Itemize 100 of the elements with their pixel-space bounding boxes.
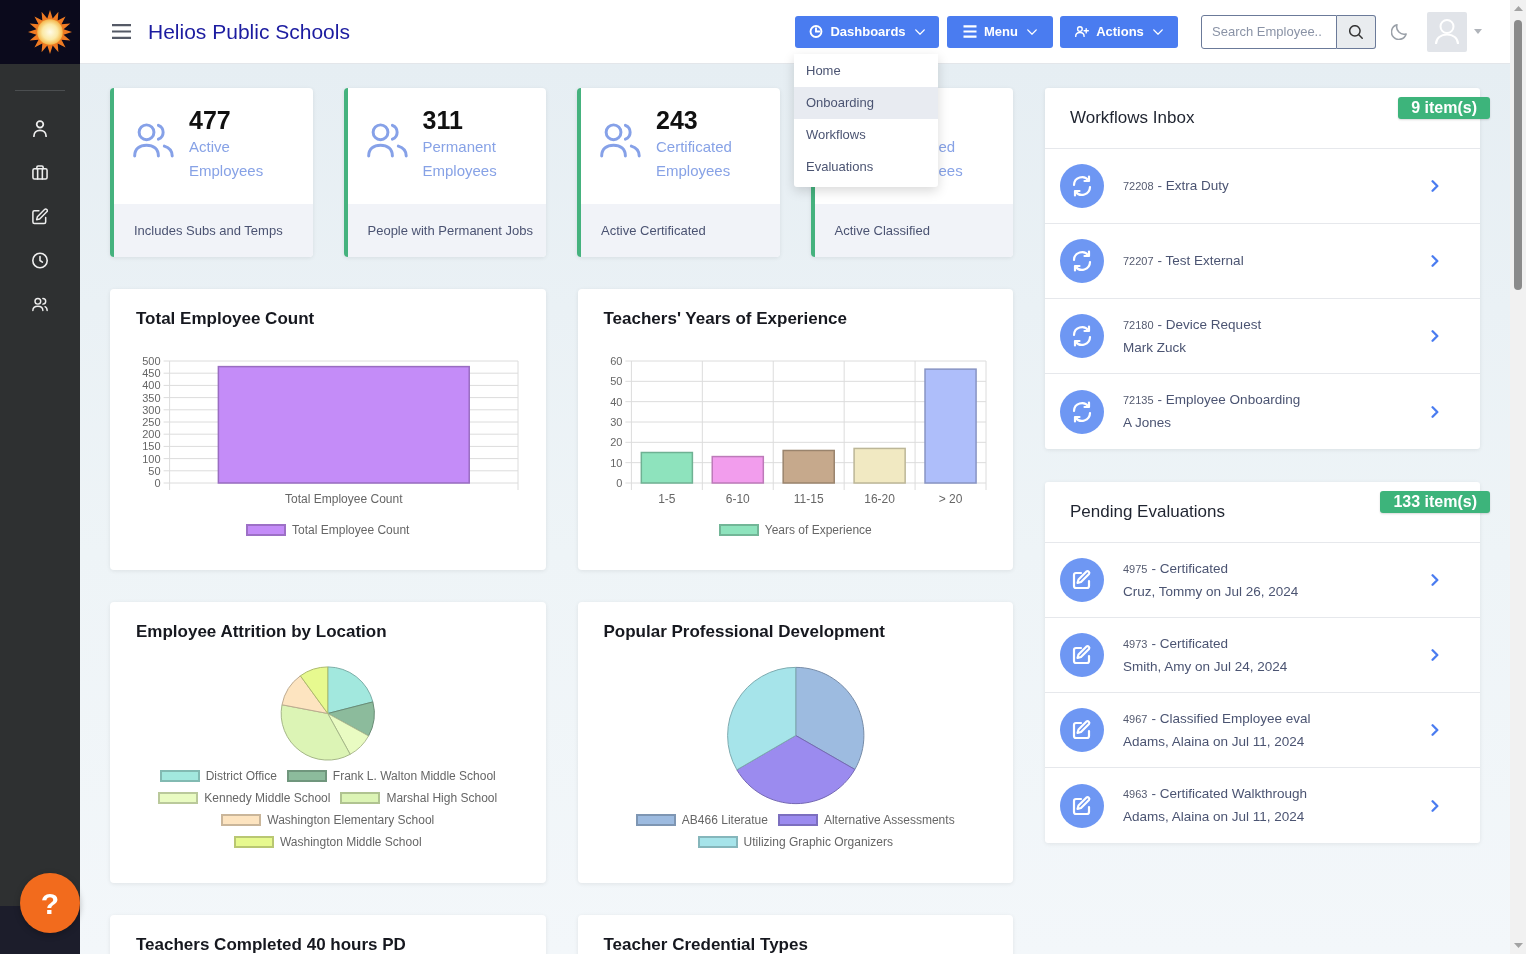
stat-caption: Active Certificated	[601, 221, 706, 240]
stat-value: 477	[189, 105, 231, 135]
briefcase-icon[interactable]	[32, 164, 48, 181]
stat-value: 243	[656, 105, 698, 135]
legend-label: AB466 Literatue	[681, 812, 768, 829]
people-icon[interactable]	[32, 296, 48, 313]
stat-label: Certificated	[656, 137, 732, 157]
people-icon	[600, 123, 641, 158]
chevron-right-icon	[1431, 724, 1439, 736]
item-number: 72207	[1123, 254, 1154, 269]
panel-title: Pending Evaluations	[1070, 501, 1225, 524]
edit-icon[interactable]	[32, 208, 48, 225]
legend-label: District Office	[205, 768, 277, 785]
scrollbar-thumb[interactable]	[1514, 20, 1522, 290]
item-subtitle: Mark Zuck	[1123, 338, 1186, 357]
chevron-right-icon	[1431, 255, 1439, 267]
item-title: - Extra Duty	[1157, 177, 1229, 195]
stat-label: Employees	[656, 161, 731, 181]
item-title: - Test External	[1157, 252, 1244, 270]
dropdown-item[interactable]: Workflows	[794, 119, 938, 151]
legend-label: Washington Elementary School	[267, 812, 435, 829]
axis-category-label: > 20	[938, 492, 962, 506]
dropdown-button[interactable]: Dashboards	[795, 15, 939, 48]
chart-title: Popular Professional Development	[602, 622, 886, 642]
stat-label: Active	[189, 137, 230, 157]
stat-caption: Active Classified	[834, 221, 930, 240]
stat-value: 311	[422, 105, 463, 135]
dropdown-button[interactable]: Menu	[947, 15, 1053, 48]
axis-tick-label: 100	[142, 452, 161, 465]
axis-tick-label: 450	[142, 367, 161, 380]
clock-icon[interactable]	[32, 252, 48, 269]
axis-tick-label: 40	[609, 395, 622, 408]
axis-category-label: 6-10	[725, 492, 750, 506]
panel-title: Workflows Inbox	[1070, 107, 1195, 130]
list-row[interactable]: 4975 - Certificated Cruz, Tommy on Jul 26, 2024	[1045, 543, 1480, 618]
edit-icon	[1060, 633, 1104, 677]
list-row[interactable]: 72207 - Test External	[1045, 224, 1480, 299]
stat-label: ees	[938, 161, 963, 181]
list-row[interactable]: 4973 - Certificated Smith, Amy on Jul 24, 2024	[1045, 618, 1480, 693]
axis-tick-label: 30	[609, 416, 622, 428]
search-icon	[1349, 24, 1363, 39]
edit-icon	[1060, 558, 1104, 602]
menu-icon[interactable]	[112, 24, 131, 39]
dropdown-item[interactable]: Home	[794, 55, 938, 87]
chart-title: Employee Attrition by Location	[135, 622, 388, 642]
item-title: - Certificated	[1151, 559, 1228, 578]
sync-icon	[1060, 164, 1104, 208]
chevron-right-icon	[1431, 649, 1439, 661]
legend-label: Frank L. Walton Middle School	[332, 768, 496, 785]
legend-label: Total Employee Count	[292, 522, 410, 539]
axis-tick-label: 50	[148, 464, 161, 477]
list-row[interactable]: 4963 - Certificated Walkthrough Adams, Alaina on Jul 11, 2024	[1045, 768, 1480, 843]
item-number: 72180	[1123, 317, 1154, 333]
app-title: Helios Public Schools	[148, 18, 350, 45]
axis-tick-label: 300	[142, 403, 161, 416]
search-field[interactable]: Search Employee..	[1201, 14, 1337, 49]
chevron-down-icon	[914, 28, 925, 35]
chart-title: Teachers Completed 40 hours PD	[135, 935, 407, 954]
item-subtitle: Smith, Amy on Jul 24, 2024	[1123, 657, 1288, 676]
chevron-down-icon	[1026, 28, 1037, 35]
chevron-right-icon	[1431, 799, 1439, 812]
list-row[interactable]: 72180 - Device Request Mark Zuck	[1045, 299, 1480, 374]
person-icon[interactable]	[32, 120, 48, 137]
axis-tick-label: 250	[142, 416, 161, 428]
search-button[interactable]	[1337, 14, 1376, 49]
count-badge: 9 item(s)	[1398, 97, 1490, 119]
axis-category-label: 16-20	[863, 492, 895, 506]
item-subtitle: Cruz, Tommy on Jul 26, 2024	[1123, 582, 1299, 601]
count-badge: 133 item(s)	[1380, 491, 1490, 513]
legend-label: Years of Experience	[764, 522, 872, 539]
pie-chart-icon	[809, 25, 824, 38]
stat-label: Employees	[189, 161, 264, 181]
item-title: - Device Request	[1157, 315, 1262, 334]
axis-tick-label: 10	[609, 456, 622, 469]
stat-caption: People with Permanent Jobs	[367, 221, 533, 240]
people-icon	[133, 123, 174, 158]
scrollbar[interactable]	[1510, 0, 1526, 954]
dropdown-item[interactable]: Evaluations	[794, 151, 938, 183]
list-row[interactable]: 72208 - Extra Duty	[1045, 149, 1480, 224]
button-label: Dashboards	[830, 23, 906, 40]
user-plus-icon	[1075, 25, 1090, 38]
stat-label: Permanent	[422, 137, 496, 157]
axis-tick-label: 20	[609, 436, 622, 449]
dropdown-item[interactable]: Onboarding	[794, 87, 938, 119]
item-number: 4967	[1123, 711, 1148, 727]
chevron-right-icon	[1431, 574, 1439, 586]
dropdown-button[interactable]: Actions	[1060, 15, 1178, 48]
item-title: - Certificated	[1151, 634, 1228, 653]
moon-icon[interactable]	[1391, 23, 1407, 40]
list-row[interactable]: 72135 - Employee Onboarding A Jones	[1045, 374, 1480, 449]
chevron-down-icon	[1152, 28, 1163, 35]
stat-label: ed	[938, 137, 956, 157]
list-row[interactable]: 4967 - Classified Employee eval Adams, Alaina on Jul 11, 2024	[1045, 693, 1480, 768]
axis-tick-label: 150	[142, 440, 161, 453]
item-title: - Certificated Walkthrough	[1151, 785, 1308, 803]
item-number: 72208	[1123, 179, 1154, 194]
chevron-right-icon	[1431, 180, 1439, 192]
axis-category-label: Total Employee Count	[285, 492, 403, 506]
sync-icon	[1060, 314, 1104, 358]
legend-label: Kennedy Middle School	[204, 790, 331, 807]
